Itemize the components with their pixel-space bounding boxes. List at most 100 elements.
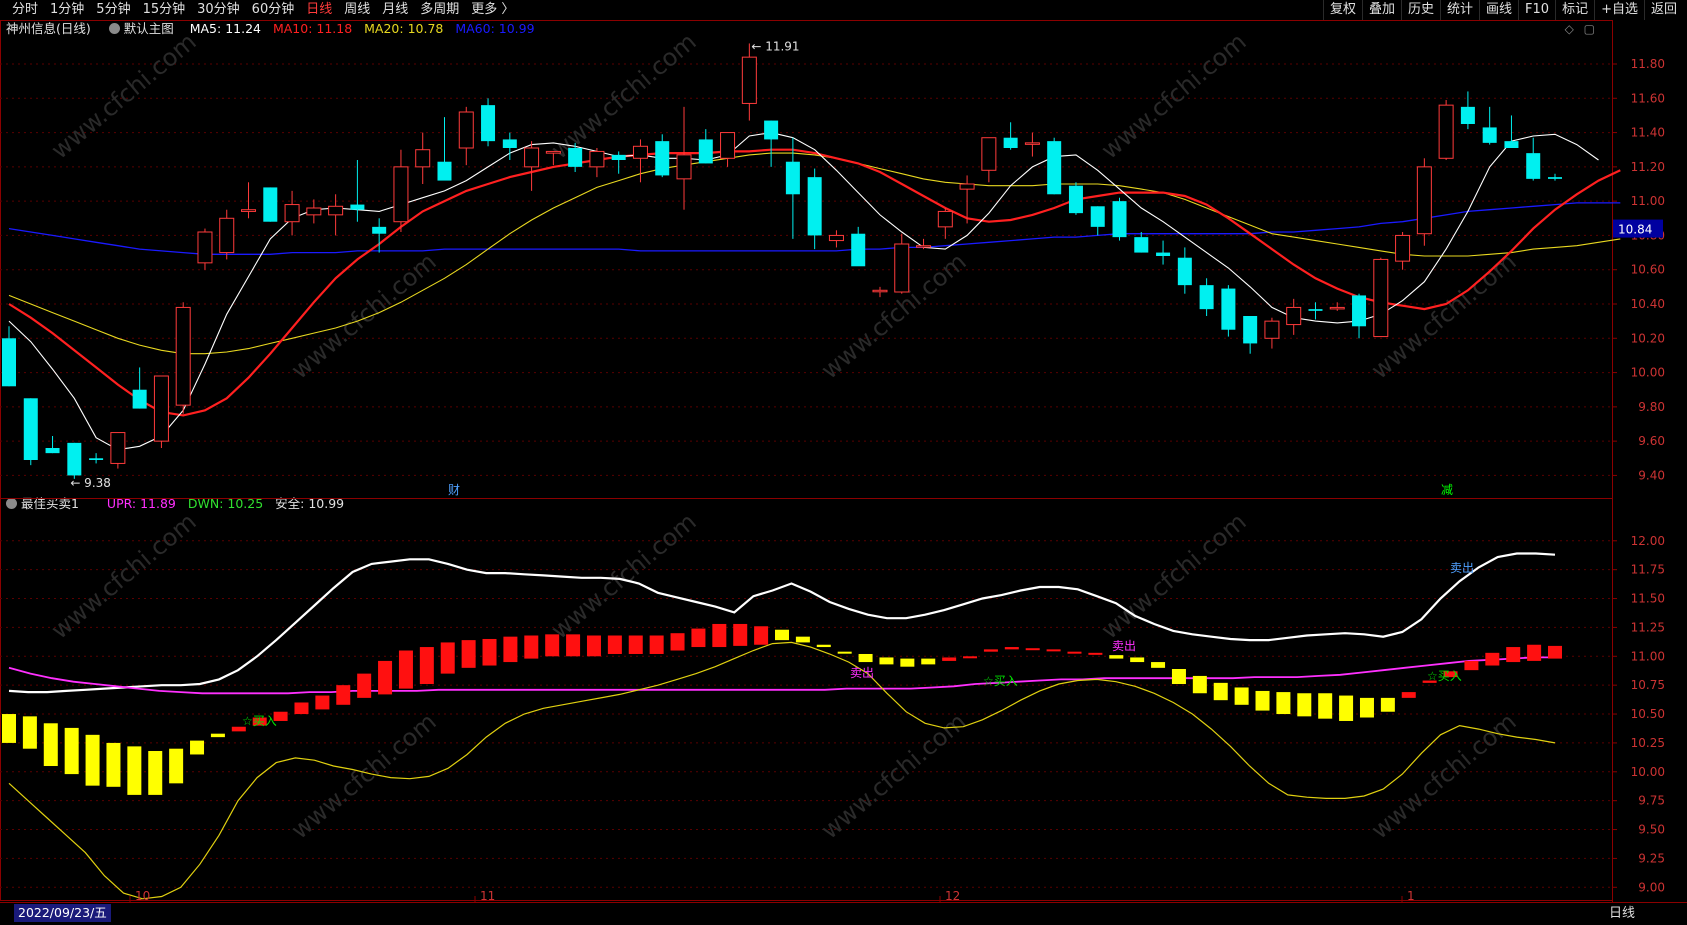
period-tab-9[interactable]: 多周期 [414, 0, 465, 20]
signal-label-sell-blue: 卖出 [1450, 561, 1474, 575]
candle-body [175, 306, 191, 406]
candle-body [828, 234, 844, 242]
candle-body [1438, 104, 1454, 159]
candle-body [372, 226, 387, 234]
period-tab-6[interactable]: 日线 [300, 0, 338, 20]
chart-canvas[interactable]: 11.8011.6011.4011.2011.0010.8010.6010.40… [0, 20, 1687, 902]
watermark-text: www.cfchi.com [1366, 247, 1522, 384]
watermark-text: www.cfchi.com [286, 707, 442, 844]
ma5-line [8, 132, 1599, 451]
signal-bar [127, 746, 142, 795]
period-tab-3[interactable]: 15分钟 [137, 0, 192, 20]
candle-body [937, 210, 953, 228]
period-tab-2[interactable]: 5分钟 [90, 0, 136, 20]
watermark-text: www.cfchi.com [546, 27, 702, 164]
period-tab-7[interactable]: 周线 [338, 0, 376, 20]
period-tab-0[interactable]: 分时 [6, 0, 44, 20]
candle-body [894, 243, 910, 293]
candle-body [1395, 234, 1411, 262]
candle-body [1243, 316, 1258, 344]
signal-bar [461, 640, 476, 668]
event-marker-cai: 财 [448, 483, 460, 497]
main-axis-label: 11.80 [1631, 57, 1665, 71]
signal-label-sell: 卖出 [1112, 639, 1136, 653]
candle-body [1112, 201, 1127, 238]
candle-body [502, 139, 517, 148]
signal-label-buy: ☆买入 [242, 714, 277, 728]
indicator-axis-label: 12.00 [1631, 534, 1665, 548]
event-marker-jian: 减 [1441, 483, 1453, 497]
signal-bar [545, 634, 560, 657]
signal-bar [670, 633, 685, 651]
watermark-text: www.cfchi.com [46, 27, 202, 164]
period-tab-5[interactable]: 60分钟 [246, 0, 301, 20]
candle-body [1482, 127, 1497, 143]
candle-body [23, 398, 38, 460]
candle-body [1286, 306, 1302, 326]
high-annotation: ← 11.91 [751, 39, 799, 53]
indicator-axis-label: 11.25 [1631, 620, 1665, 634]
tool-button-0[interactable]: 复权 [1322, 0, 1362, 20]
signal-bar [1067, 651, 1082, 654]
signal-bar [169, 748, 184, 784]
signal-bar [85, 734, 100, 786]
tool-button-8[interactable]: 返回 [1643, 0, 1683, 20]
signal-bar [315, 695, 330, 710]
x-axis-label: 11 [480, 889, 495, 902]
tool-button-5[interactable]: F10 [1518, 0, 1555, 20]
signal-bar [64, 727, 79, 775]
signal-bar [858, 653, 873, 663]
signal-bar [1192, 675, 1207, 694]
signal-bar [607, 635, 622, 654]
tool-button-7[interactable]: +自选 [1594, 0, 1644, 20]
tool-button-2[interactable]: 历史 [1400, 0, 1440, 20]
watermark-text: www.cfchi.com [1366, 707, 1522, 844]
signal-bar [586, 635, 601, 657]
indicator-axis-label: 9.00 [1638, 880, 1665, 894]
candle-body [785, 161, 800, 195]
candle-body [589, 150, 605, 168]
signal-bar [1464, 660, 1479, 671]
period-tab-4[interactable]: 30分钟 [191, 0, 246, 20]
candle-body [197, 231, 213, 264]
indicator-axis-label: 10.50 [1631, 707, 1665, 721]
tool-button-1[interactable]: 叠加 [1361, 0, 1401, 20]
indicator-axis-label: 10.00 [1631, 765, 1665, 779]
candle-body [655, 141, 670, 176]
signal-label-buy: ☆买入 [1427, 669, 1462, 683]
main-axis-label: 10.60 [1631, 263, 1665, 277]
safe-line [8, 656, 1555, 695]
signal-bar [294, 702, 309, 715]
tool-button-4[interactable]: 画线 [1479, 0, 1518, 20]
candle-body [632, 145, 648, 159]
main-axis-label: 10.00 [1631, 366, 1665, 380]
signal-bar [733, 623, 748, 646]
candle-body [720, 132, 736, 159]
signal-bar [22, 716, 37, 749]
signal-bar [1025, 648, 1040, 651]
main-axis-label: 9.40 [1638, 468, 1665, 482]
signal-bar [837, 651, 852, 654]
signal-bar [816, 644, 831, 648]
signal-bar [419, 647, 434, 685]
signal-bar [1234, 687, 1249, 705]
low-annotation: ← 9.38 [70, 476, 111, 490]
period-tab-10[interactable]: 更多 〉 [465, 0, 520, 20]
signal-bar [921, 658, 936, 665]
period-tab-8[interactable]: 月线 [376, 0, 414, 20]
status-period[interactable]: 日线 [1609, 903, 1635, 925]
signal-label-sell: 卖出 [850, 666, 874, 680]
candle-body [959, 183, 975, 190]
indicator-axis-label: 9.75 [1638, 794, 1665, 808]
main-axis-label: 10.40 [1631, 297, 1665, 311]
period-tab-1[interactable]: 1分钟 [44, 0, 90, 20]
signal-bar [1506, 647, 1521, 663]
period-tabs: 分时 1分钟 5分钟 15分钟 30分钟 60分钟 日线 周线 月线 多周期 更多 〉 [6, 0, 520, 20]
signal-bar [1401, 692, 1416, 698]
signal-bar [210, 733, 225, 738]
watermark-text: www.cfchi.com [1096, 27, 1252, 164]
candle-body [1264, 320, 1280, 339]
tool-button-3[interactable]: 统计 [1440, 0, 1479, 20]
tool-button-6[interactable]: 标记 [1555, 0, 1594, 20]
candle-body [2, 338, 16, 387]
